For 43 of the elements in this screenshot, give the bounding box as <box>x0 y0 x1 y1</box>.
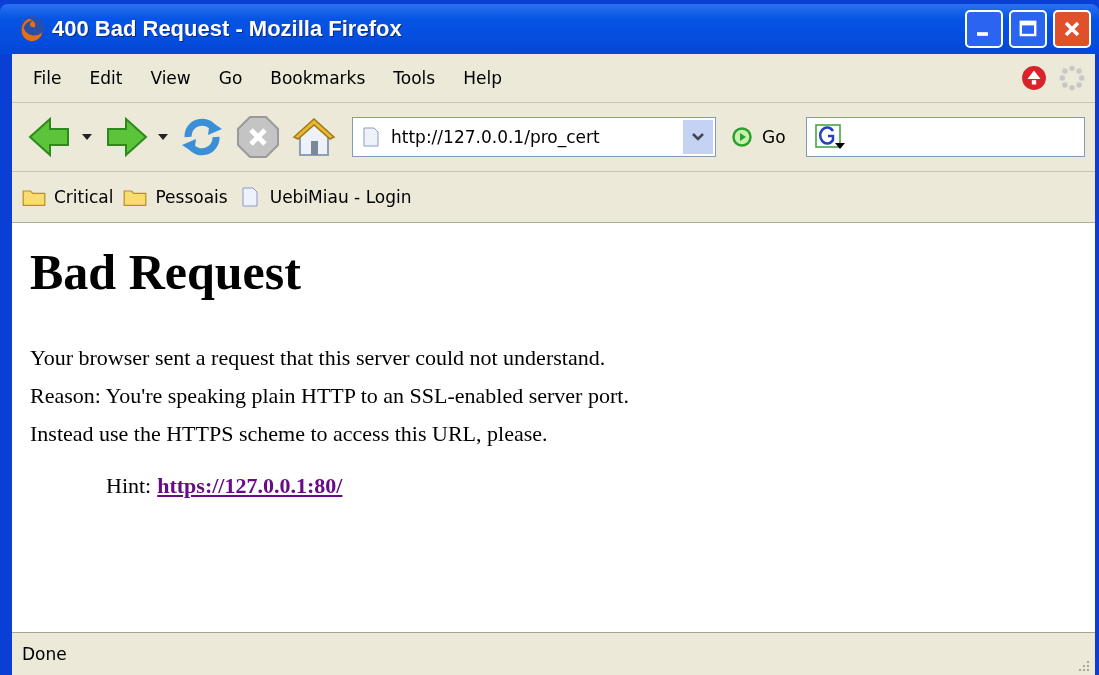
dropdown-caret-icon[interactable] <box>158 134 168 140</box>
fox-logo-icon <box>18 15 46 43</box>
forward-arrow-icon[interactable] <box>104 115 148 159</box>
bookmark-item[interactable]: Critical <box>22 187 114 207</box>
menu-item[interactable]: Bookmarks <box>259 68 377 88</box>
menu-item[interactable]: Go <box>207 68 254 88</box>
update-alert-icon[interactable] <box>1021 65 1047 91</box>
menu-item[interactable]: Tools <box>382 68 447 88</box>
error-message-line: Your browser sent a request that this server could not understand. <box>30 344 607 372</box>
folder-icon <box>123 187 148 207</box>
bookmark-item[interactable]: UebiMiau - Login <box>237 187 412 207</box>
error-message-line: Instead use the HTTPS scheme to access this URL, please. <box>30 420 549 448</box>
home-icon[interactable] <box>292 115 336 159</box>
menu-item[interactable]: Edit <box>78 68 134 88</box>
window-title: 400 Bad Request - Mozilla Firefox <box>52 16 402 42</box>
play-circle-icon <box>732 127 752 147</box>
page-heading: Bad Request <box>30 243 302 301</box>
stop-icon[interactable] <box>236 115 280 159</box>
close-button[interactable] <box>1053 10 1091 48</box>
minimize-icon <box>976 32 988 36</box>
page-icon <box>363 127 379 147</box>
search-engine-icon[interactable] <box>814 124 845 150</box>
hint-link[interactable]: https://127.0.0.1:80/ <box>157 473 343 498</box>
resize-grip-icon[interactable] <box>1077 659 1091 673</box>
minimize-button[interactable] <box>965 10 1003 48</box>
url-text: http://127.0.0.1/pro_cert <box>391 127 601 147</box>
bookmark-item[interactable]: Pessoais <box>123 187 228 207</box>
menu-item[interactable]: File <box>22 68 73 88</box>
folder-icon <box>22 187 46 207</box>
history-dropdown-button[interactable] <box>683 120 713 154</box>
status-text: Done <box>22 644 67 664</box>
throbber-icon <box>1059 65 1085 91</box>
dropdown-caret-icon[interactable] <box>82 134 92 140</box>
address-field[interactable]: http://127.0.0.1/pro_cert <box>352 117 716 157</box>
error-message-line: Reason: You're speaking plain HTTP to an SSL-enabled server port. <box>30 382 630 410</box>
search-field[interactable] <box>805 117 1085 157</box>
hint-label: Hint: <box>106 473 152 498</box>
go-button[interactable]: Go <box>726 127 792 147</box>
chevron-down-icon <box>692 133 704 141</box>
maximize-button[interactable] <box>1009 10 1047 48</box>
back-arrow-icon[interactable] <box>28 115 72 159</box>
menu-item[interactable]: View <box>139 68 202 88</box>
menu-item[interactable]: Help <box>452 68 513 88</box>
